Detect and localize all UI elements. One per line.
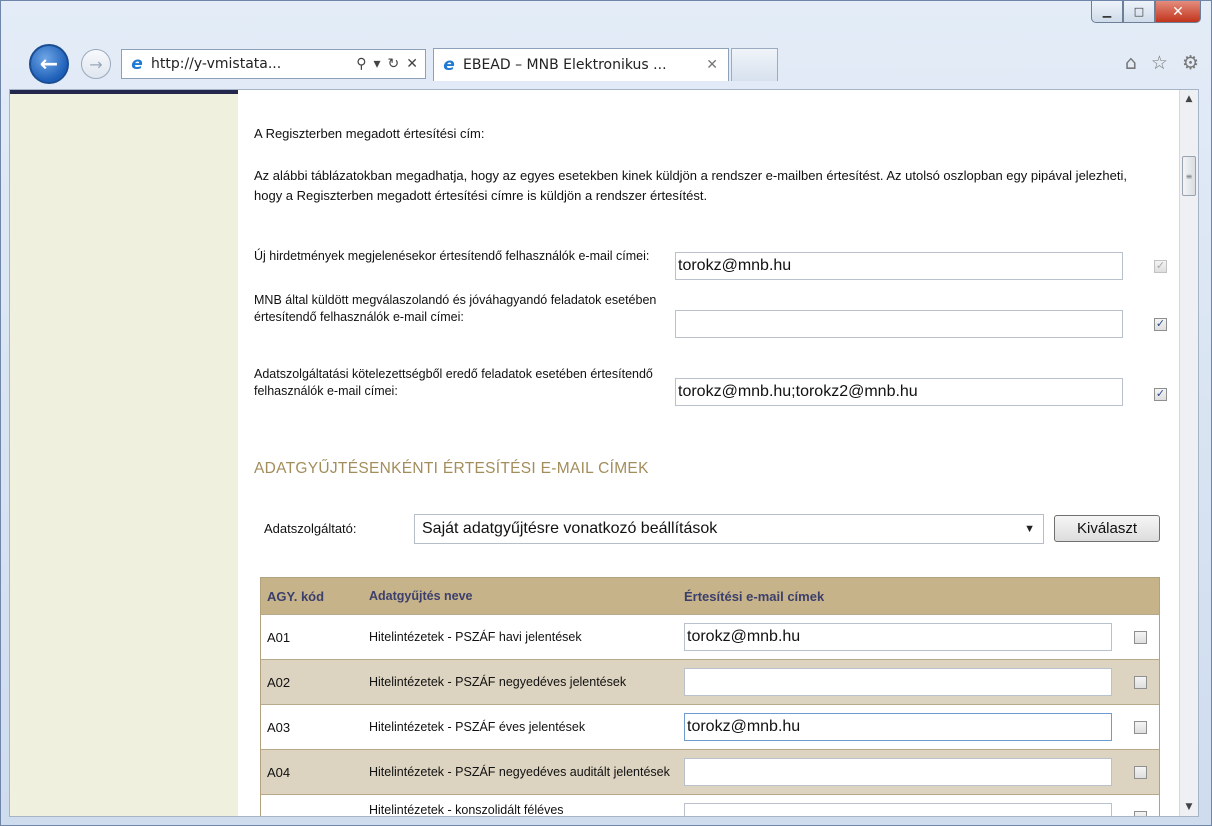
row-email-field[interactable] <box>684 758 1112 786</box>
intro-text: Az alábbi táblázatokban megadhatja, hogy… <box>254 168 1127 203</box>
table-row: A04 Hitelintézetek - PSZÁF negyedéves au… <box>261 749 1159 794</box>
row-code: A02 <box>267 674 291 690</box>
row-name: Hitelintézetek - PSZÁF negyedéves jelent… <box>369 675 627 689</box>
header-emails: Értesítési e-mail címek <box>684 588 825 604</box>
ie-logo-icon: e <box>131 54 143 74</box>
row-checkbox[interactable] <box>1134 766 1147 779</box>
address-url[interactable]: http://y-vmistata... <box>151 56 356 72</box>
table-row: Hitelintézetek - konszolidált féléves <box>261 794 1159 817</box>
home-icon[interactable]: ⌂ <box>1125 52 1137 74</box>
setting-label: Új hirdetmények megjelenésekor értesíten… <box>254 249 650 263</box>
row-email-field[interactable]: torokz@mnb.hu <box>684 713 1112 741</box>
select-button[interactable]: Kiválaszt <box>1054 515 1160 542</box>
vertical-scrollbar[interactable]: ▲ ≡ ▼ <box>1179 90 1198 816</box>
setting-label: MNB által küldött megválaszolandó és jóv… <box>254 293 657 324</box>
left-panel <box>10 90 238 816</box>
header-name: Adatgyűjtés neve <box>369 589 473 603</box>
search-icon[interactable]: ⚲ <box>356 56 366 72</box>
back-button[interactable]: ← <box>29 44 69 84</box>
minimize-button[interactable]: ▁ <box>1091 1 1123 23</box>
tab-active[interactable]: e EBEAD – MNB Elektronikus ... ✕ <box>433 48 729 81</box>
tab-close-icon[interactable]: ✕ <box>706 57 718 73</box>
toolbar-icons: ⌂ ☆ ⚙ <box>1125 52 1199 74</box>
stop-icon[interactable]: ✕ <box>406 56 418 72</box>
row-checkbox[interactable] <box>1134 631 1147 644</box>
table-header: AGY. kód Adatgyűjtés neve Értesítési e-m… <box>261 578 1159 614</box>
page-viewport: A Regiszterben megadott értesítési cím: … <box>9 89 1199 817</box>
favorites-star-icon[interactable]: ☆ <box>1151 52 1168 74</box>
email-field[interactable]: torokz@mnb.hu <box>675 252 1123 280</box>
refresh-icon[interactable]: ↻ <box>388 56 400 72</box>
window-controls: ▁ □ ✕ <box>1091 1 1201 23</box>
header-code: AGY. kód <box>267 588 325 604</box>
row-name: Hitelintézetek - PSZÁF negyedéves auditá… <box>369 765 670 779</box>
new-tab-button[interactable] <box>731 48 778 81</box>
gear-icon[interactable]: ⚙ <box>1182 52 1199 74</box>
setting-label: Adatszolgáltatási kötelezettségből eredő… <box>254 367 653 398</box>
row-email-field[interactable]: torokz@mnb.hu <box>684 623 1112 651</box>
provider-select[interactable]: Saját adatgyűjtésre vonatkozó beállításo… <box>414 514 1044 544</box>
maximize-button[interactable]: □ <box>1123 1 1155 23</box>
arrow-right-icon: → <box>89 54 103 74</box>
notify-checkbox[interactable]: ✓ <box>1154 388 1167 401</box>
main-content: A Regiszterben megadott értesítési cím: … <box>238 90 1182 816</box>
row-code: A01 <box>267 629 291 645</box>
provider-selected-value: Saját adatgyűjtésre vonatkozó beállításo… <box>422 520 718 537</box>
address-bar[interactable]: e http://y-vmistata... ⚲ ▾ ↻ ✕ <box>121 49 426 79</box>
row-name: Hitelintézetek - PSZÁF éves jelentések <box>369 720 586 734</box>
notify-checkbox[interactable]: ✓ <box>1154 318 1167 331</box>
browser-window: ▁ □ ✕ ← → e http://y-vmistata... ⚲ ▾ ↻ ✕… <box>0 0 1212 826</box>
row-email-field[interactable] <box>684 803 1112 816</box>
email-field[interactable]: torokz@mnb.hu;torokz2@mnb.hu <box>675 378 1123 406</box>
forward-button[interactable]: → <box>81 49 111 79</box>
scroll-thumb[interactable]: ≡ <box>1182 156 1196 196</box>
section-heading: ADATGYŰJTÉSENKÉNTI ÉRTESÍTÉSI E-MAIL CÍM… <box>254 460 649 477</box>
email-field[interactable] <box>675 310 1123 338</box>
tab-title: EBEAD – MNB Elektronikus ... <box>463 57 667 73</box>
row-code: A04 <box>267 764 291 780</box>
notify-checkbox[interactable]: ✓ <box>1154 260 1167 273</box>
row-checkbox[interactable] <box>1134 721 1147 734</box>
table-row: A01 Hitelintézetek - PSZÁF havi jelentés… <box>261 614 1159 659</box>
row-name: Hitelintézetek - konszolidált féléves <box>369 803 564 817</box>
row-code: A03 <box>267 719 291 735</box>
table-row: A02 Hitelintézetek - PSZÁF negyedéves je… <box>261 659 1159 704</box>
provider-label: Adatszolgáltató: <box>264 521 357 536</box>
scroll-down-icon[interactable]: ▼ <box>1180 798 1198 816</box>
close-button[interactable]: ✕ <box>1155 1 1201 23</box>
ie-logo-icon: e <box>443 55 455 75</box>
row-email-field[interactable] <box>684 668 1112 696</box>
notice-address-label: A Regiszterben megadott értesítési cím: <box>254 126 485 141</box>
table-row: A03 Hitelintézetek - PSZÁF éves jelentés… <box>261 704 1159 749</box>
dropdown-icon[interactable]: ▾ <box>374 56 381 72</box>
row-name: Hitelintézetek - PSZÁF havi jelentések <box>369 630 582 644</box>
scroll-up-icon[interactable]: ▲ <box>1180 90 1198 108</box>
chevron-down-icon: ▼ <box>1024 523 1035 535</box>
data-collection-table: AGY. kód Adatgyűjtés neve Értesítési e-m… <box>260 577 1160 817</box>
row-checkbox[interactable] <box>1134 811 1147 816</box>
arrow-left-icon: ← <box>39 51 59 77</box>
row-checkbox[interactable] <box>1134 676 1147 689</box>
